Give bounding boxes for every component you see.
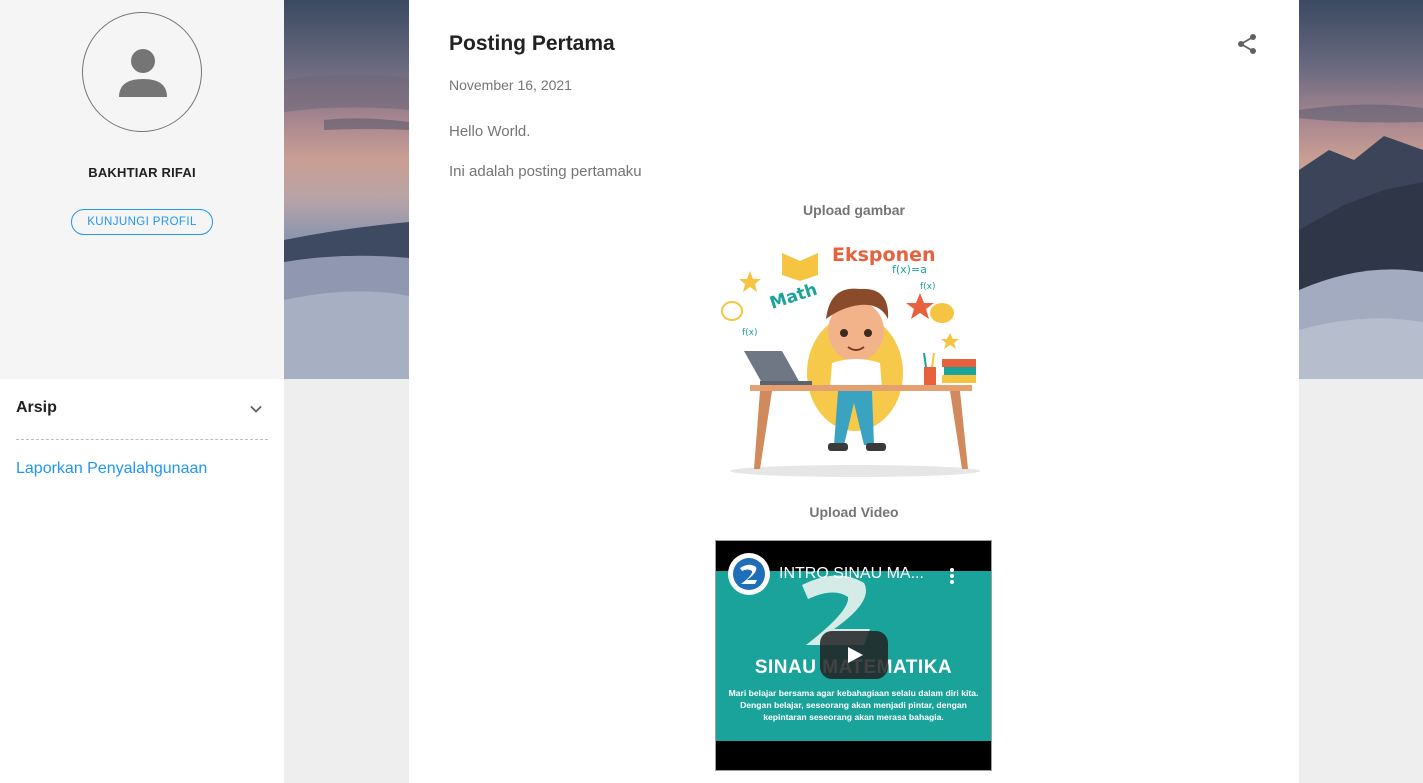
channel-logo-icon [733, 558, 765, 590]
post-card: Posting Pertama November 16, 2021 Hello … [409, 0, 1299, 783]
video-description: Mari belajar bersama agar kebahagiaan se… [728, 688, 979, 722]
illustration-word: f(x)=a [892, 263, 927, 276]
image-caption: Upload gambar [803, 202, 905, 218]
person-icon [119, 49, 167, 97]
video-embed[interactable]: SINAU MATEMATIKA Mari belajar bersama ag… [715, 540, 992, 771]
sidebar: BAKHTIAR RIFAI KUNJUNGI PROFIL Arsip Lap… [0, 0, 284, 783]
illustration-word: Math [767, 280, 819, 314]
chevron-down-icon[interactable] [248, 401, 264, 417]
channel-avatar[interactable] [728, 553, 770, 595]
profile-name: BAKHTIAR RIFAI [88, 165, 196, 180]
avatar[interactable] [82, 12, 202, 132]
video-title[interactable]: INTRO SINAU MA... [779, 565, 924, 583]
illustration-word: f(x) [742, 328, 758, 338]
video-caption: Upload Video [809, 504, 899, 520]
report-abuse-link[interactable]: Laporkan Penyalahgunaan [16, 460, 207, 478]
post-date[interactable]: November 16, 2021 [449, 77, 572, 93]
post-paragraph: Hello World. [449, 123, 531, 140]
archive-widget[interactable]: Arsip [16, 392, 268, 440]
share-icon[interactable] [1235, 32, 1259, 56]
illustration-word: f(x) [920, 282, 936, 292]
post-title[interactable]: Posting Pertama [449, 32, 615, 56]
profile-section: BAKHTIAR RIFAI KUNJUNGI PROFIL [0, 0, 284, 379]
visit-profile-button[interactable]: KUNJUNGI PROFIL [71, 209, 213, 235]
more-vert-icon[interactable] [949, 567, 955, 585]
archive-title: Arsip [16, 399, 57, 416]
math-student-illustration: Eksponen Math f(x)=a f(x) f(x) [721, 244, 980, 477]
play-button[interactable] [820, 631, 888, 679]
play-icon [848, 647, 863, 663]
post-paragraph: Ini adalah posting pertamaku [449, 163, 642, 180]
